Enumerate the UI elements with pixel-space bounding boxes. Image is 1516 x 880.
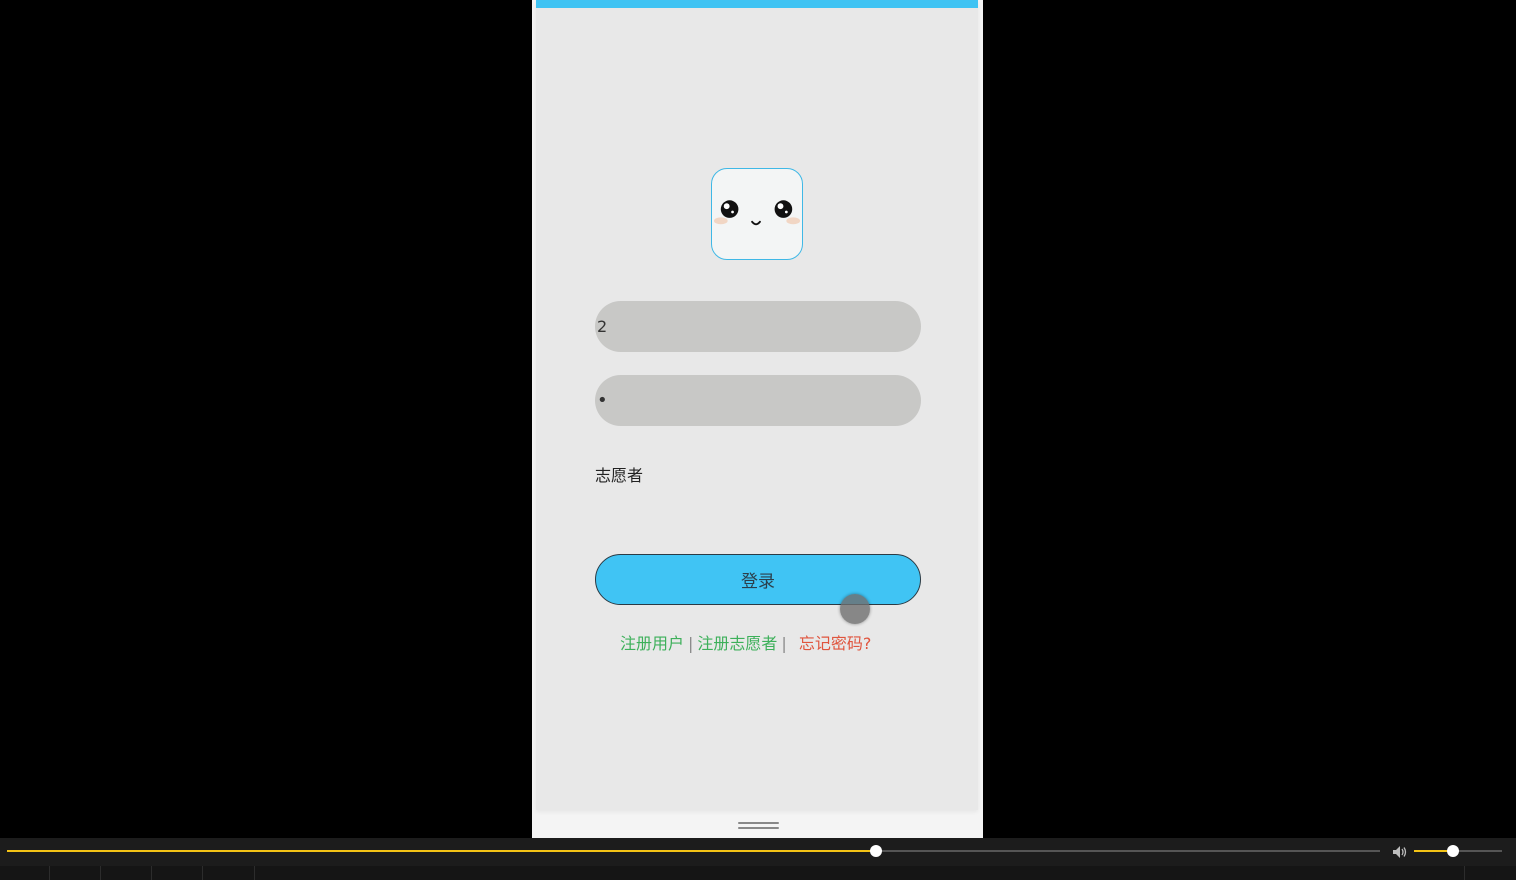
toolbar-cell[interactable]	[203, 866, 255, 880]
role-label: 志愿者	[595, 466, 644, 485]
status-bar	[536, 0, 978, 8]
toolbar-cell[interactable]	[50, 866, 101, 880]
forgot-password-link[interactable]: 忘记密码?	[799, 634, 872, 653]
account-links: 注册用户 | 注册志愿者 | 忘记密码?	[620, 630, 871, 654]
login-screen: 志愿者 登录 注册用户|注册志愿者|忘记密码?	[536, 0, 978, 810]
cute-face-icon	[713, 200, 801, 226]
login-button[interactable]: 登录	[595, 554, 921, 605]
toolbar-cell[interactable]	[1465, 866, 1516, 880]
toolbar-cell[interactable]	[0, 866, 50, 880]
link-separator: |	[688, 634, 694, 653]
click-indicator	[840, 594, 870, 624]
link-separator: |	[781, 634, 787, 653]
seek-bar[interactable]	[7, 845, 1380, 857]
volume-thumb[interactable]	[1446, 845, 1459, 857]
video-player-stage: 志愿者 登录 注册用户|注册志愿者|忘记密码?	[0, 0, 1516, 880]
register-user-link[interactable]: 注册用户	[620, 634, 684, 653]
avatar	[711, 168, 803, 260]
password-input[interactable]	[595, 375, 921, 426]
toolbar-cell[interactable]	[152, 866, 203, 880]
seek-progress	[7, 850, 877, 852]
toolbar-cell	[255, 866, 1465, 880]
player-controls	[0, 838, 1516, 866]
bottom-toolbar	[0, 866, 1516, 880]
drag-handle[interactable]	[738, 822, 779, 832]
phone-preview-frame: 志愿者 登录 注册用户|注册志愿者|忘记密码?	[532, 0, 983, 838]
toolbar-cell[interactable]	[101, 866, 152, 880]
seek-thumb[interactable]	[870, 845, 883, 857]
register-volunteer-link[interactable]: 注册志愿者	[697, 634, 777, 653]
speaker-icon[interactable]	[1391, 843, 1409, 861]
volume-slider[interactable]	[1414, 845, 1502, 857]
account-input[interactable]	[595, 301, 921, 352]
